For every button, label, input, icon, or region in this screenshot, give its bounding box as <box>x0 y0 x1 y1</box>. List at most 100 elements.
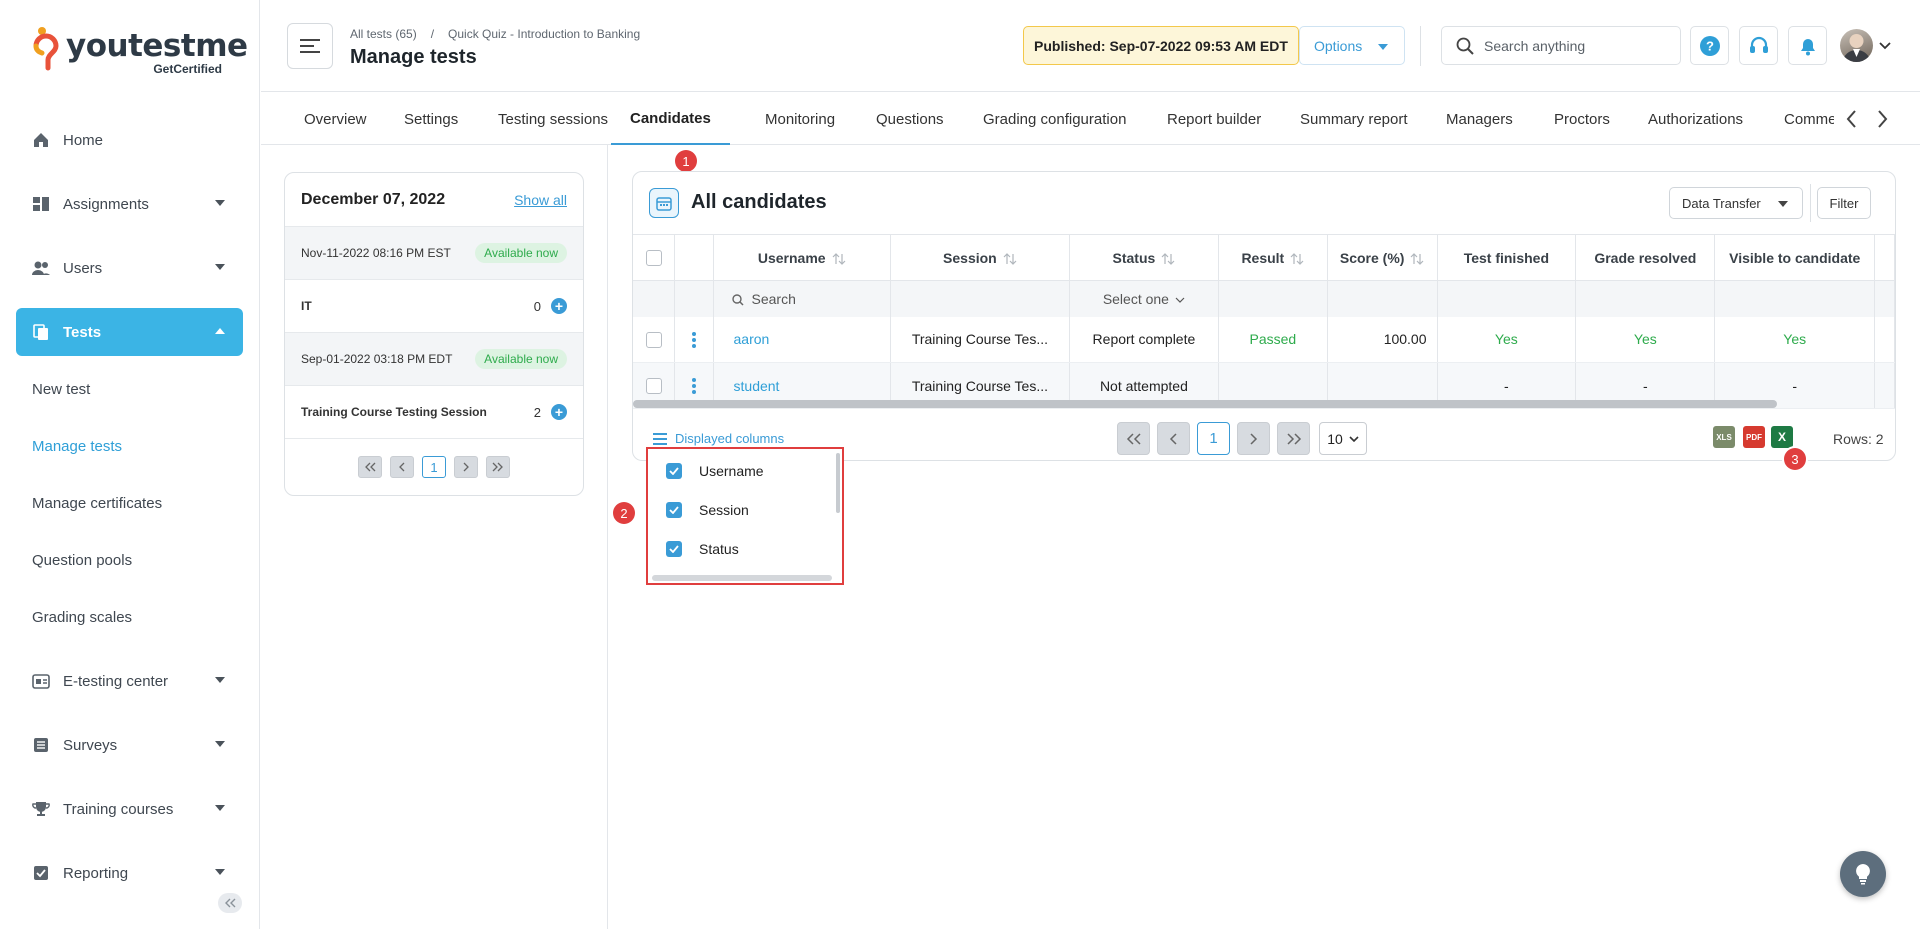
row-checkbox[interactable] <box>645 378 662 395</box>
column-header-username[interactable]: Username <box>713 234 891 281</box>
sidebar-item-assignments[interactable]: Assignments <box>16 180 243 228</box>
first-page-button[interactable] <box>358 456 382 478</box>
breadcrumb-current-test[interactable]: Quick Quiz - Introduction to Banking <box>448 27 640 41</box>
rows-per-page-select[interactable]: 10 <box>1319 422 1367 455</box>
username-link[interactable]: aaron <box>713 316 891 363</box>
breadcrumb-all-tests[interactable]: All tests (65) <box>350 27 417 41</box>
tab-questions[interactable]: Questions <box>876 93 944 145</box>
annotation-marker-3: 3 <box>1784 448 1806 470</box>
show-all-link[interactable]: Show all <box>514 192 567 208</box>
options-dropdown-button[interactable]: Options <box>1299 26 1405 65</box>
session-item-it[interactable]: IT 0 + <box>285 280 583 333</box>
tab-authorizations[interactable]: Authorizations <box>1648 93 1743 145</box>
sidebar-item-etesting-center[interactable]: E-testing center <box>16 657 243 705</box>
tab-monitoring[interactable]: Monitoring <box>765 93 835 145</box>
sidebar-item-reporting[interactable]: Reporting <box>16 849 243 897</box>
tab-testing-sessions[interactable]: Testing sessions <box>498 93 608 145</box>
sidebar-item-home[interactable]: Home <box>16 116 243 164</box>
menu-toggle-button[interactable] <box>287 23 333 69</box>
tips-button[interactable] <box>1840 851 1886 897</box>
panel-horizontal-scrollbar[interactable] <box>652 575 832 581</box>
sidebar-item-training-courses[interactable]: Training courses <box>16 785 243 833</box>
prev-page-button[interactable] <box>1157 422 1190 455</box>
notifications-button[interactable] <box>1788 26 1827 65</box>
column-option-label: Session <box>699 502 749 518</box>
score-cell: 100.00 <box>1327 316 1438 363</box>
sidebar-subitem-new-test[interactable]: New test <box>32 381 90 398</box>
support-button[interactable] <box>1739 26 1778 65</box>
user-avatar[interactable] <box>1840 29 1873 62</box>
tab-proctors[interactable]: Proctors <box>1554 93 1610 145</box>
sidebar-subitem-manage-tests[interactable]: Manage tests <box>32 438 122 455</box>
current-page-button[interactable]: 1 <box>1197 422 1230 455</box>
sidebar-subitem-question-pools[interactable]: Question pools <box>32 552 132 569</box>
column-header-session[interactable]: Session <box>890 234 1070 281</box>
prev-page-button[interactable] <box>390 456 414 478</box>
tab-managers[interactable]: Managers <box>1446 93 1513 145</box>
kebab-menu-icon[interactable] <box>691 378 696 395</box>
column-header-result[interactable]: Result <box>1218 234 1328 281</box>
add-candidate-icon[interactable]: + <box>551 298 567 314</box>
sidebar-item-tests[interactable]: Tests <box>16 308 243 356</box>
headset-icon <box>1749 36 1768 53</box>
last-page-button[interactable] <box>486 456 510 478</box>
column-header-test-finished[interactable]: Test finished <box>1437 234 1577 281</box>
sidebar-item-surveys[interactable]: Surveys <box>16 721 243 769</box>
current-page-button[interactable]: 1 <box>422 456 446 478</box>
tabs-scroll-left-icon[interactable] <box>1845 109 1857 129</box>
column-header-status[interactable]: Status <box>1069 234 1219 281</box>
next-page-button[interactable] <box>1237 422 1270 455</box>
row-checkbox[interactable] <box>645 331 662 348</box>
tab-report-builder[interactable]: Report builder <box>1167 93 1261 145</box>
column-header-score[interactable]: Score (%) <box>1327 234 1438 281</box>
help-button[interactable]: ? <box>1690 26 1729 65</box>
column-header-visible-to-candidate[interactable]: Visible to candidate <box>1714 234 1876 281</box>
collapse-sidebar-button[interactable] <box>218 893 242 913</box>
session-item-training-course[interactable]: Training Course Testing Session 2 + <box>285 386 583 439</box>
tab-settings[interactable]: Settings <box>404 93 458 145</box>
filter-cell <box>633 280 676 317</box>
sidebar-item-users[interactable]: Users <box>16 244 243 292</box>
export-xls-label: XLS <box>1716 432 1732 442</box>
tab-summary-report[interactable]: Summary report <box>1300 93 1408 145</box>
export-pdf-label: PDF <box>1746 432 1762 442</box>
panel-vertical-scrollbar[interactable] <box>836 453 840 513</box>
checkbox-checked-icon[interactable] <box>666 541 682 557</box>
chevron-right-icon <box>1250 432 1258 445</box>
kebab-menu-icon[interactable] <box>691 331 696 348</box>
tabs-scroll-right-icon[interactable] <box>1877 109 1889 129</box>
search-input[interactable] <box>1484 37 1664 54</box>
add-candidate-icon[interactable]: + <box>551 404 567 420</box>
column-header-grade-resolved[interactable]: Grade resolved <box>1575 234 1716 281</box>
column-option-status[interactable]: Status <box>666 541 739 557</box>
search-icon <box>1456 37 1474 55</box>
status-filter-select[interactable]: Select one <box>1069 280 1219 317</box>
export-xls-icon[interactable]: XLS <box>1713 426 1735 448</box>
data-transfer-dropdown[interactable]: Data Transfer <box>1669 187 1803 219</box>
table-horizontal-scrollbar[interactable] <box>633 400 1777 408</box>
youtestme-logo[interactable]: youtestme GetCertified <box>32 24 248 76</box>
tab-candidates[interactable]: Candidates <box>611 93 730 145</box>
export-pdf-icon[interactable]: PDF <box>1743 426 1765 448</box>
options-label: Options <box>1314 37 1363 54</box>
checkbox-checked-icon[interactable] <box>666 502 682 518</box>
first-page-button[interactable] <box>1117 422 1150 455</box>
next-page-button[interactable] <box>454 456 478 478</box>
displayed-columns-toggle[interactable]: Displayed columns <box>653 431 784 446</box>
last-page-button[interactable] <box>1277 422 1310 455</box>
filter-button[interactable]: Filter <box>1817 187 1871 219</box>
username-filter[interactable]: Search <box>713 280 891 317</box>
sidebar-subitem-grading-scales[interactable]: Grading scales <box>32 609 132 626</box>
global-search[interactable] <box>1441 26 1681 65</box>
tab-grading-configuration[interactable]: Grading configuration <box>983 93 1126 145</box>
avatar-chevron-down-icon[interactable] <box>1879 42 1891 50</box>
tab-comments[interactable]: Comme <box>1784 93 1834 145</box>
export-excel-icon[interactable]: X <box>1771 426 1793 448</box>
column-option-username[interactable]: Username <box>666 463 764 479</box>
checkbox-checked-icon[interactable] <box>666 463 682 479</box>
tests-icon <box>33 324 48 340</box>
tab-overview[interactable]: Overview <box>304 93 367 145</box>
select-all-checkbox[interactable] <box>645 250 662 267</box>
column-option-session[interactable]: Session <box>666 502 749 518</box>
sidebar-subitem-manage-certificates[interactable]: Manage certificates <box>32 495 162 512</box>
